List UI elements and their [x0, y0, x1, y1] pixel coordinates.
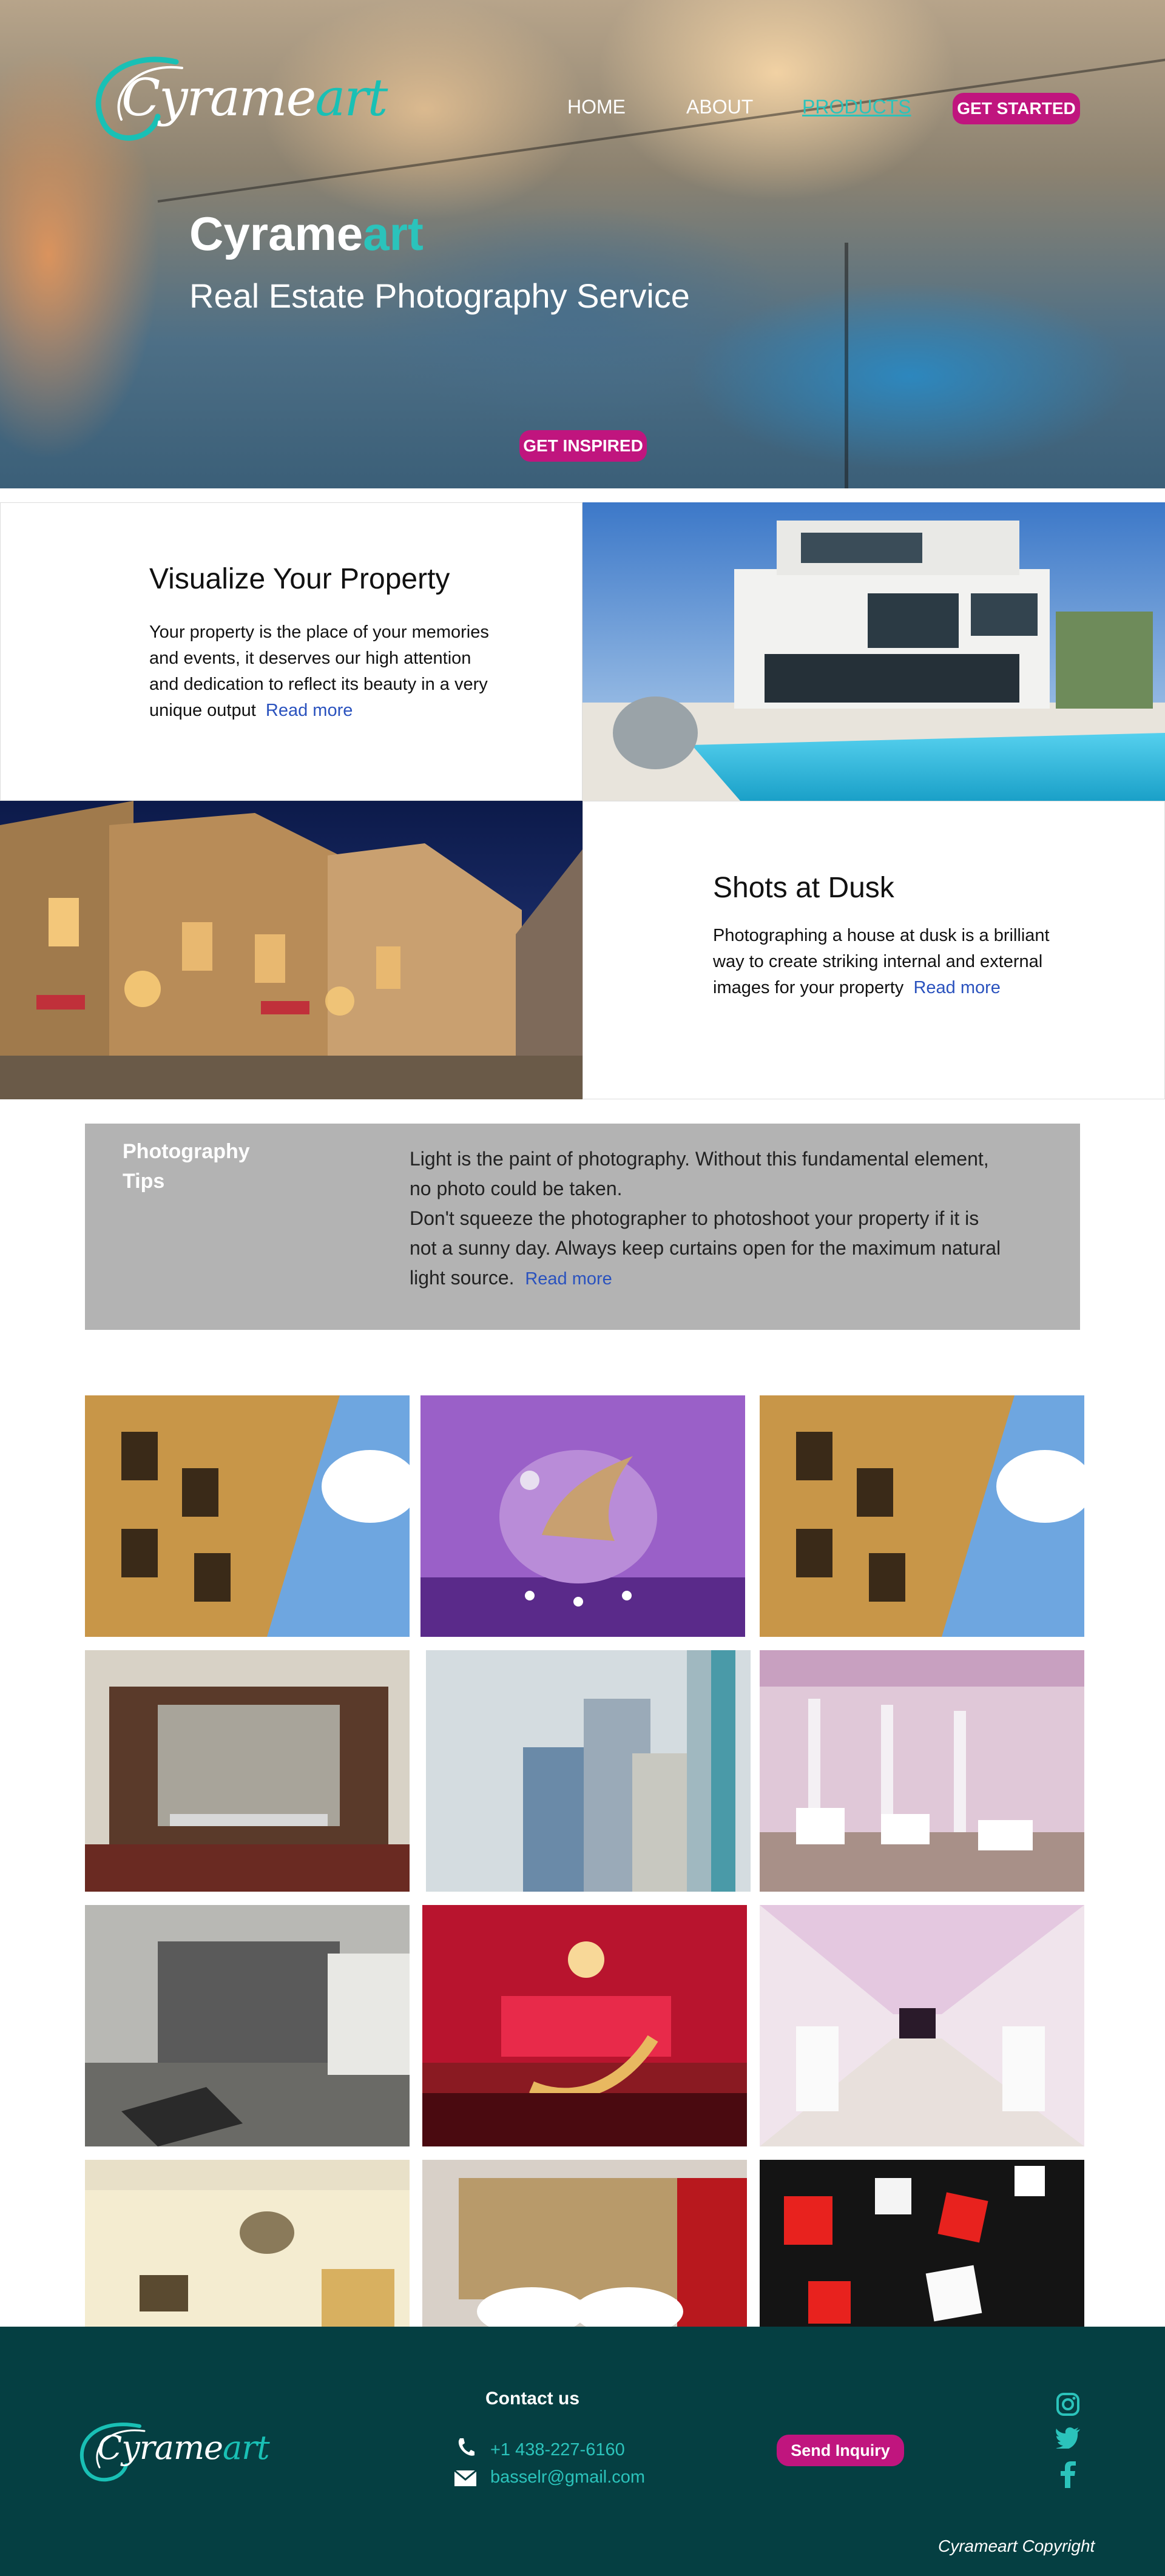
gallery-photo[interactable] — [420, 1395, 745, 1637]
old-town-dusk-photo — [0, 801, 582, 1099]
mail-icon — [454, 2470, 477, 2486]
tips-label: Photography Tips — [123, 1140, 250, 1193]
hero-title: Cyrameart — [189, 207, 424, 260]
hero-subtitle: Real Estate Photography Service — [189, 277, 690, 315]
gallery-photo[interactable] — [85, 1905, 410, 2146]
footer-logo[interactable]: Cyrameart — [73, 2418, 273, 2490]
gallery-photo[interactable] — [85, 1395, 410, 1637]
gallery-photo[interactable] — [85, 1650, 410, 1892]
feature-body: Photographing a house at dusk is a brill… — [713, 926, 1050, 997]
read-more-link[interactable]: Read more — [913, 978, 1000, 997]
gallery-photo[interactable] — [760, 1650, 1084, 1892]
gallery-photo[interactable] — [422, 1905, 747, 2146]
page: Cyrameart HOME ABOUT PRODUCTS GET STARTE… — [0, 0, 1165, 2576]
gallery-photo[interactable] — [760, 2160, 1084, 2327]
gallery-photo[interactable] — [760, 1905, 1084, 2146]
tips-text: Light is the paint of photography. Witho… — [410, 1144, 1004, 1294]
modern-villa-photo — [582, 502, 1165, 801]
hero-section: Cyrameart HOME ABOUT PRODUCTS GET STARTE… — [0, 0, 1165, 488]
phone-number[interactable]: +1 438-227-6160 — [490, 2440, 625, 2460]
photography-tips: Photography Tips Light is the paint of p… — [85, 1124, 1080, 1330]
nav-products[interactable]: PRODUCTS — [802, 96, 911, 118]
tips-line-1: Light is the paint of photography. Witho… — [410, 1148, 989, 1199]
instagram-icon[interactable] — [1056, 2392, 1080, 2416]
nav-about[interactable]: ABOUT — [686, 96, 753, 118]
get-inspired-button[interactable]: GET INSPIRED — [519, 430, 647, 462]
tips-line-2: Don't squeeze the photographer to photos… — [410, 1207, 1001, 1289]
facebook-icon[interactable] — [1059, 2461, 1076, 2488]
nav-home[interactable]: HOME — [567, 96, 626, 118]
contact-title: Contact us — [485, 2389, 580, 2409]
gallery-photo[interactable] — [422, 2160, 747, 2327]
feature-dusk: Shots at Dusk Photographing a house at d… — [582, 801, 1165, 1099]
feature-heading: Visualize Your Property — [149, 563, 450, 595]
copyright-text: Cyrameart Copyright — [938, 2537, 1095, 2555]
gallery-photo[interactable] — [426, 1650, 751, 1892]
gallery-photo[interactable] — [85, 2160, 410, 2327]
feature-visualize: Visualize Your Property Your property is… — [0, 502, 582, 801]
brand-logo[interactable]: Cyrameart — [85, 50, 388, 153]
feature-heading: Shots at Dusk — [713, 872, 894, 904]
read-more-link[interactable]: Read more — [266, 701, 353, 720]
gallery-photo[interactable] — [760, 1395, 1084, 1637]
read-more-link[interactable]: Read more — [525, 1269, 612, 1289]
email-address[interactable]: basselr@gmail.com — [490, 2467, 645, 2487]
twitter-icon[interactable] — [1056, 2427, 1080, 2449]
site-footer: Cyrameart Contact us +1 438-227-6160 bas… — [0, 2327, 1165, 2576]
phone-icon — [458, 2438, 474, 2456]
feature-body: Your property is the place of your memor… — [149, 622, 489, 720]
get-started-button[interactable]: GET STARTED — [953, 93, 1080, 124]
send-inquiry-button[interactable]: Send Inquiry — [777, 2435, 904, 2466]
